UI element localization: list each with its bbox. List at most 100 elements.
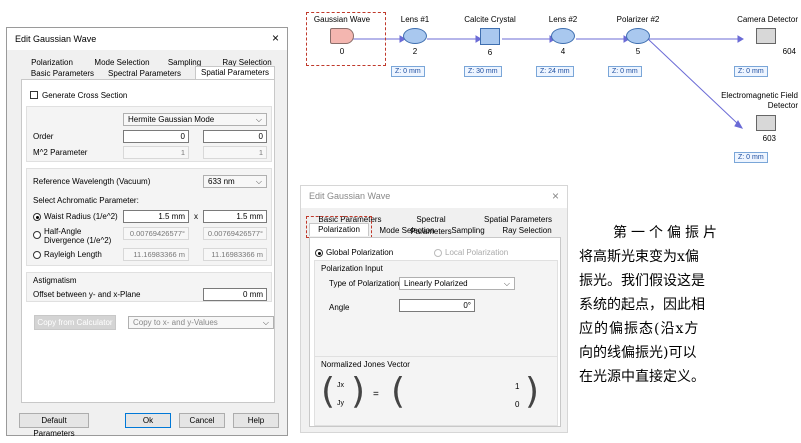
z-distance-badge: Z: 0 mm <box>734 66 768 77</box>
offset-label: Offset between y- and x-Plane <box>33 290 141 299</box>
global-polarization-radio[interactable] <box>315 249 323 257</box>
achromatic-label: Select Achromatic Parameter: <box>33 196 139 205</box>
node-id: 4 <box>560 47 566 56</box>
type-of-polarization-label: Type of Polarization <box>329 279 400 288</box>
x-separator: x <box>194 212 198 221</box>
half-angle-label: Half-Angle Divergence (1/e^2) <box>44 227 112 245</box>
node-label: Polarizer #2 <box>616 15 660 24</box>
polarization-tab-highlight-box <box>306 216 372 238</box>
jones-jx-label: Jx <box>337 382 344 389</box>
copy-from-calculator-button[interactable]: Copy from Calculator <box>34 315 116 330</box>
achromatic-group: Reference Wavelength (Vacuum) 633 nm ⌵ Se… <box>26 168 272 266</box>
order-x-input[interactable]: 0 <box>123 130 189 143</box>
jones-right-paren: ) <box>351 371 366 412</box>
node-id: 5 <box>635 47 641 56</box>
mode-select[interactable]: Hermite Gaussian Mode ⌵ <box>123 113 267 126</box>
waist-radius-label: Waist Radius (1/e^2) <box>44 212 118 221</box>
global-polarization-label: Global Polarization <box>326 248 394 257</box>
dialog-title: Edit Gaussian Wave <box>309 191 391 201</box>
jones-value-x: 1 <box>515 382 520 391</box>
copy-to-select[interactable]: Copy to x- and y-Values ⌵ <box>128 316 274 329</box>
node-label: Electromagnetic Field Detector <box>721 91 798 110</box>
node-label: Camera Detector <box>737 15 798 24</box>
offset-input[interactable]: 0 mm <box>203 288 267 301</box>
annotation-line: 系统的起点，因此相 <box>579 297 705 313</box>
half-angle-radio[interactable] <box>33 231 41 239</box>
jones-vector-group: Normalized Jones Vector ( Jx Jy ) = ( 1 … <box>314 356 558 426</box>
order-y-input[interactable]: 0 <box>203 130 267 143</box>
annotation-line: 应的偏振态(沿x方 <box>579 321 700 337</box>
node-lens-1[interactable]: Lens #1 2 <box>390 15 440 56</box>
node-id: 6 <box>487 48 493 57</box>
chevron-down-icon: ⌵ <box>262 318 269 327</box>
jones-vector-label: Normalized Jones Vector <box>321 360 410 369</box>
z-distance-badge: Z: 0 mm <box>391 66 425 77</box>
jones-values-right-paren: ) <box>525 371 540 412</box>
node-calcite-crystal[interactable]: Calcite Crystal 6 <box>455 15 525 57</box>
spatial-parameters-panel: Generate Cross Section Hermite Gaussian … <box>21 79 275 403</box>
z-distance-badge: Z: 24 mm <box>536 66 574 77</box>
jones-jy-label: Jy <box>337 400 344 407</box>
local-polarization-radio[interactable] <box>434 249 442 257</box>
half-angle-x-value: 0.00769426577° <box>123 227 189 240</box>
ref-wavelength-select[interactable]: 633 nm ⌵ <box>203 175 267 188</box>
annotation-line: 在光源中直接定义。 <box>579 369 705 385</box>
waist-x-input[interactable]: 1.5 mm <box>123 210 189 223</box>
default-parameters-button[interactable]: Default Parameters <box>19 413 89 438</box>
detector-icon <box>756 115 776 131</box>
cancel-button[interactable]: Cancel <box>179 413 225 428</box>
help-button[interactable]: Help <box>233 413 279 428</box>
type-of-polarization-select[interactable]: Linearly Polarized ⌵ <box>399 277 515 290</box>
lens-icon <box>551 28 575 44</box>
mode-group: Hermite Gaussian Mode ⌵ Order 0 0 M^2 Par… <box>26 106 272 162</box>
chevron-down-icon: ⌵ <box>503 279 510 288</box>
generate-cross-section-label: Generate Cross Section <box>42 91 128 100</box>
node-polarizer-2[interactable]: Polarizer #2 5 <box>608 15 668 56</box>
crystal-icon <box>480 28 500 45</box>
generate-cross-section-checkbox[interactable] <box>30 91 38 99</box>
node-id: 603 <box>762 134 776 143</box>
z-distance-badge: Z: 30 mm <box>464 66 502 77</box>
polarization-input-label: Polarization Input <box>321 264 383 273</box>
ok-button[interactable]: Ok <box>125 413 171 428</box>
lens-icon <box>403 28 427 44</box>
edit-gaussian-wave-dialog-polarization: Edit Gaussian Wave × Basic Parameters Sp… <box>300 185 568 433</box>
m2-x-value: 1 <box>123 146 189 159</box>
edit-gaussian-wave-dialog: Edit Gaussian Wave × Polarization Mode S… <box>6 27 288 438</box>
z-distance-badge: Z: 0 mm <box>734 152 768 163</box>
angle-input[interactable]: 0° <box>399 299 475 312</box>
jones-equals: = <box>373 389 379 400</box>
astigmatism-group: Astigmatism Offset between y- and x-Plan… <box>26 272 272 302</box>
local-polarization-label: Local Polarization <box>445 248 509 257</box>
tab-spatial-parameters[interactable]: Spatial Parameters <box>195 66 275 79</box>
annotation-line: 振光。我们假设这是 <box>579 273 705 289</box>
angle-label: Angle <box>329 303 350 312</box>
rayleigh-radio[interactable] <box>33 251 41 259</box>
jones-values-left-paren: ( <box>391 371 406 412</box>
annotation-line: 将高斯光束变为x偏 <box>579 249 699 265</box>
detector-icon <box>756 28 776 44</box>
chevron-down-icon: ⌵ <box>255 115 262 124</box>
node-label: Calcite Crystal <box>464 15 516 24</box>
close-icon[interactable]: × <box>552 189 559 203</box>
dialog-titlebar: Edit Gaussian Wave × <box>301 186 567 208</box>
node-lens-2[interactable]: Lens #2 4 <box>538 15 588 56</box>
chevron-down-icon: ⌵ <box>255 177 262 186</box>
m2-y-value: 1 <box>203 146 267 159</box>
node-em-field-detector[interactable]: Electromagnetic Field Detector 603 <box>712 91 798 143</box>
close-icon[interactable]: × <box>272 31 279 45</box>
node-camera-detector[interactable]: Camera Detector 604 <box>720 15 798 56</box>
dialog-titlebar: Edit Gaussian Wave × <box>7 28 287 50</box>
source-highlight-box <box>306 12 386 66</box>
waist-y-input[interactable]: 1.5 mm <box>203 210 267 223</box>
jones-left-paren: ( <box>321 371 336 412</box>
order-label: Order <box>33 132 54 141</box>
polarizer-icon <box>626 28 650 44</box>
node-id: 604 <box>782 47 796 56</box>
rayleigh-x-value: 11.16983366 m <box>123 248 189 261</box>
dialog-title: Edit Gaussian Wave <box>15 34 97 44</box>
polarization-input-group: Polarization Input Type of Polarization … <box>314 260 558 358</box>
waist-radius-radio[interactable] <box>33 213 41 221</box>
ref-wavelength-label: Reference Wavelength (Vacuum) <box>33 177 151 186</box>
node-label: Lens #1 <box>400 15 430 24</box>
